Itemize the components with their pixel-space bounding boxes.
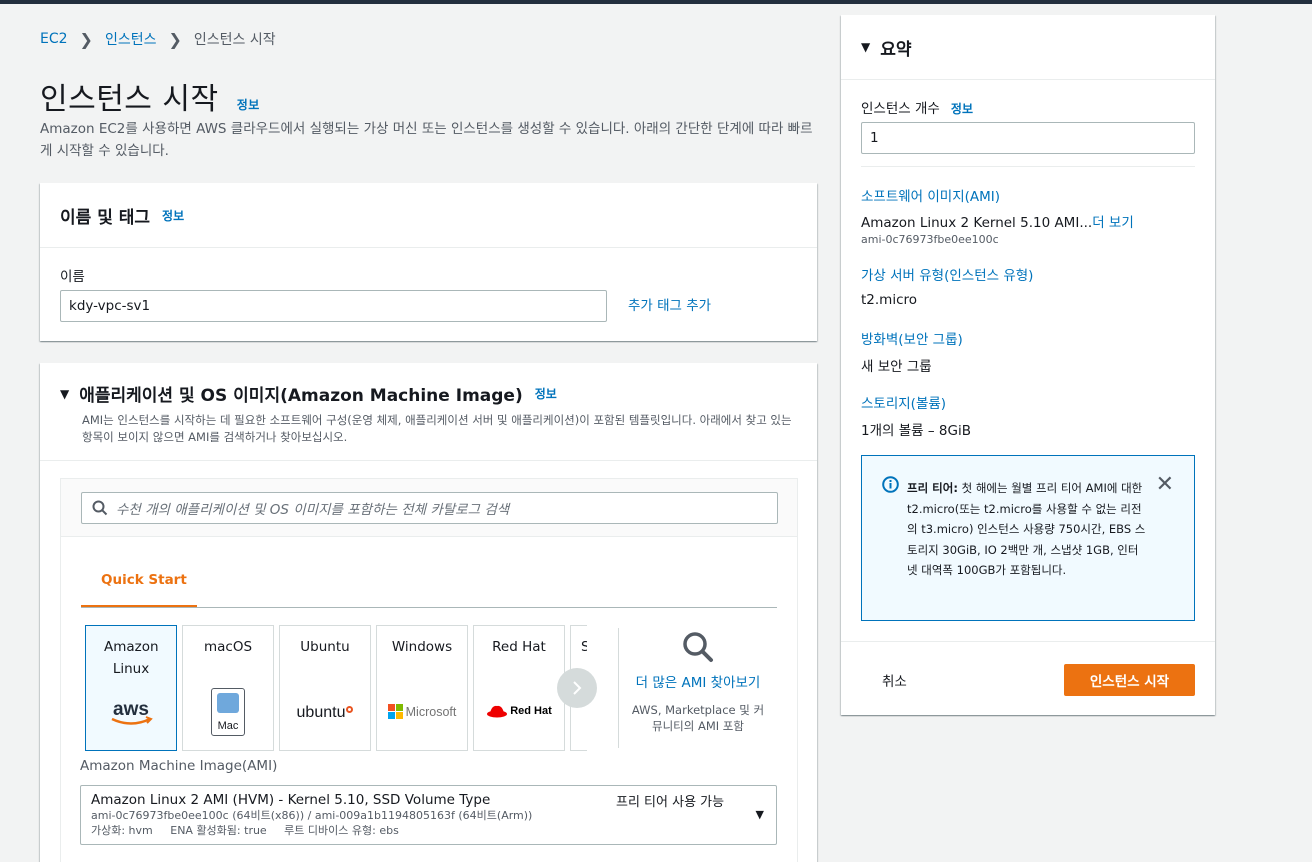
search-icon (683, 632, 713, 662)
tab-divider (81, 607, 777, 608)
page-info-link[interactable]: 정보 (237, 98, 260, 112)
top-nav-bar (0, 0, 1312, 4)
search-icon (92, 500, 108, 516)
ami-selected-ids: ami-0c76973fbe0ee100c (64비트(x86)) / ami-… (91, 809, 533, 822)
browse-more-ami[interactable]: 더 많은 AMI 찾아보기 AWS, Marketplace 및 커뮤니티의 A… (630, 630, 766, 734)
os-label: Amazon Linux (104, 639, 159, 677)
microsoft-logo-icon: Microsoft (377, 704, 467, 719)
summary-title: 요약 (880, 39, 912, 60)
cancel-button[interactable]: 취소 (868, 664, 921, 696)
storage-link[interactable]: 스토리지(볼륨) (861, 392, 946, 412)
aws-logo-icon: aws (86, 698, 176, 728)
os-option-ubuntu[interactable]: Ubuntu ubuntu (279, 625, 371, 751)
os-label: S (571, 636, 587, 658)
page-title: 인스턴스 시작 정보 (40, 74, 260, 118)
ami-title: 애플리케이션 및 OS 이미지(Amazon Machine Image) (79, 386, 523, 406)
chevron-right-icon (573, 681, 582, 695)
free-tier-alert: 프리 티어: 첫 해에는 월별 프리 티어 AMI에 대한 t2.micro(또… (861, 455, 1195, 621)
firewall-link[interactable]: 방화벽(보안 그룹) (861, 328, 963, 348)
instance-count-label-row: 인스턴스 개수 정보 (861, 97, 973, 117)
redhat-logo-text: Red Hat (510, 705, 552, 717)
storage-value: 1개의 볼륨 – 8GiB (861, 423, 971, 439)
software-image-link[interactable]: 소프트웨어 이미지(AMI) (861, 185, 1000, 205)
page-description: Amazon EC2를 사용하면 AWS 클라우드에서 실행되는 가상 머신 또… (40, 121, 813, 159)
name-tags-panel: 이름 및 태그 정보 이름 kdy-vpc-sv1 추가 태그 추가 (40, 183, 817, 341)
os-option-macos[interactable]: macOS Mac (182, 625, 274, 751)
name-tags-title: 이름 및 태그 (60, 207, 151, 228)
summary-footer-divider (841, 641, 1215, 642)
free-tier-alert-text: 프리 티어: 첫 해에는 월별 프리 티어 AMI에 대한 t2.micro(또… (907, 478, 1147, 581)
os-label: Red Hat (492, 639, 546, 655)
summary-header: ▼ 요약 (841, 15, 1215, 80)
ubuntu-logo-icon: ubuntu (280, 704, 370, 722)
chevron-right-icon: ❯ (79, 29, 93, 49)
breadcrumb-current: 인스턴스 시작 (193, 32, 276, 48)
microsoft-logo-text: Microsoft (405, 704, 457, 719)
caret-down-icon[interactable]: ▼ (861, 40, 870, 54)
caret-down-icon[interactable]: ▼ (60, 387, 69, 401)
mac-logo-text: Mac (217, 720, 239, 732)
page-title-text: 인스턴스 시작 (40, 82, 219, 117)
mac-logo-icon: Mac (183, 688, 273, 736)
firewall-value: 새 보안 그룹 (861, 359, 932, 375)
search-placeholder: 수천 개의 애플리케이션 및 OS 이미지를 포함하는 전체 카탈로그 검색 (116, 502, 510, 518)
ami-header: ▼ 애플리케이션 및 OS 이미지(Amazon Machine Image) … (40, 363, 817, 461)
close-icon[interactable]: ✕ (1156, 472, 1174, 497)
summary-divider (861, 166, 1195, 167)
ami-select[interactable]: Amazon Linux 2 AMI (HVM) - Kernel 5.10, … (80, 785, 777, 845)
instance-count-input[interactable]: 1 (861, 122, 1195, 154)
vertical-divider (618, 628, 619, 748)
search-area: 수천 개의 애플리케이션 및 OS 이미지를 포함하는 전체 카탈로그 검색 (61, 479, 797, 537)
name-input[interactable]: kdy-vpc-sv1 (60, 290, 607, 322)
caret-down-icon: ▼ (755, 808, 764, 821)
add-tag-link[interactable]: 추가 태그 추가 (628, 294, 711, 314)
instance-type-value: t2.micro (861, 292, 918, 308)
ubuntu-logo-text: ubuntu (296, 704, 346, 721)
name-tags-info-link[interactable]: 정보 (162, 207, 184, 224)
breadcrumb-ec2[interactable]: EC2 (40, 31, 68, 47)
info-icon (882, 476, 899, 493)
browse-more-ami-sub: AWS, Marketplace 및 커뮤니티의 AMI 포함 (631, 703, 765, 733)
redhat-logo-icon: Red Hat (474, 704, 564, 718)
ami-description: AMI는 인스턴스를 시작하는 데 필요한 소프트웨어 구성(운영 체제, 애플… (82, 413, 792, 444)
os-label: Ubuntu (300, 639, 350, 655)
tab-quick-start[interactable]: Quick Start (101, 572, 187, 588)
os-option-redhat[interactable]: Red Hat Red Hat (473, 625, 565, 751)
free-tier-alert-body: 첫 해에는 월별 프리 티어 AMI에 대한 t2.micro(또는 t2.mi… (907, 481, 1146, 577)
ami-search-input[interactable]: 수천 개의 애플리케이션 및 OS 이미지를 포함하는 전체 카탈로그 검색 (81, 492, 778, 524)
chevron-right-icon: ❯ (168, 29, 182, 49)
name-tags-header: 이름 및 태그 정보 (40, 183, 817, 248)
software-more-link[interactable]: 더 보기 (1092, 215, 1134, 231)
ami-select-label: Amazon Machine Image(AMI) (80, 758, 278, 774)
os-label: macOS (203, 639, 253, 655)
svg-text:aws: aws (113, 699, 149, 720)
breadcrumb-instances[interactable]: 인스턴스 (105, 29, 157, 49)
free-tier-badge: 프리 티어 사용 가능 (616, 795, 725, 810)
ami-info-link[interactable]: 정보 (535, 385, 557, 402)
software-image-value: Amazon Linux 2 Kernel 5.10 AMI... (861, 215, 1093, 231)
os-option-windows[interactable]: Windows Microsoft (376, 625, 468, 751)
instance-type-link[interactable]: 가상 서버 유형(인스턴스 유형) (861, 264, 1033, 284)
breadcrumb: EC2 ❯ 인스턴스 ❯ 인스턴스 시작 (40, 29, 276, 49)
software-image-row: Amazon Linux 2 Kernel 5.10 AMI...더 보기 (861, 211, 1134, 231)
software-image-id: ami-0c76973fbe0ee100c (861, 233, 999, 246)
launch-instance-button[interactable]: 인스턴스 시작 (1064, 664, 1195, 696)
free-tier-alert-bold: 프리 티어: (907, 481, 958, 495)
instance-count-info-link[interactable]: 정보 (951, 102, 973, 116)
ami-selected-meta: 가상화: hvm ENA 활성화됨: true 루트 디바이스 유형: ebs (91, 824, 399, 837)
instance-count-label: 인스턴스 개수 (861, 101, 940, 117)
os-option-amazon-linux[interactable]: Amazon Linux aws (85, 625, 177, 751)
os-label: Windows (391, 639, 453, 655)
browse-more-ami-link[interactable]: 더 많은 AMI 찾아보기 (630, 672, 766, 694)
scroll-next-button[interactable] (557, 668, 597, 708)
name-label: 이름 (60, 269, 85, 285)
